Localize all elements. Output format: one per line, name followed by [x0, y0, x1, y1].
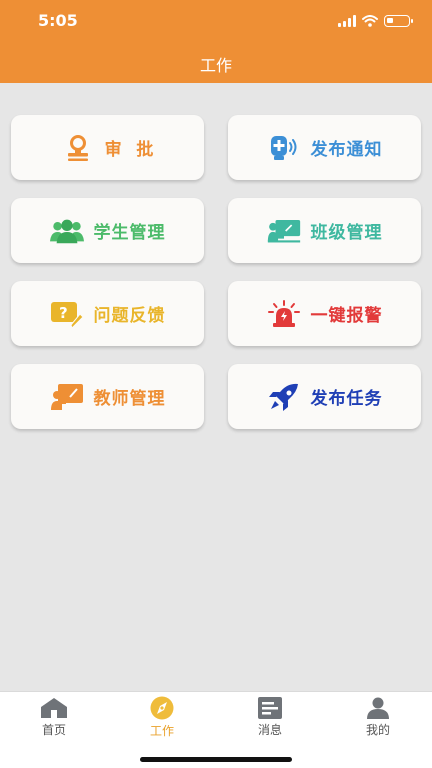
wifi-icon [362, 15, 378, 27]
tab-messages[interactable]: 消息 [240, 696, 300, 738]
signal-icon [338, 15, 356, 27]
alarm-siren-icon [267, 299, 301, 329]
approval-button[interactable]: 审 批 [11, 115, 204, 180]
svg-text:?: ? [59, 304, 68, 322]
tab-messages-label: 消息 [257, 723, 282, 737]
rocket-icon [267, 382, 301, 412]
class-management-button[interactable]: 班级管理 [228, 198, 421, 263]
tab-work-label: 工作 [149, 724, 174, 738]
user-icon [364, 696, 392, 719]
status-time: 5:05 [38, 11, 78, 30]
publish-notice-label: 发布通知 [310, 140, 383, 160]
approval-label: 审 批 [104, 140, 155, 160]
app-header: 5:05 工作 [0, 0, 432, 83]
question-feedback-icon: ? [50, 299, 84, 329]
teacher-management-button[interactable]: 教师管理 [11, 364, 204, 429]
battery-icon [384, 15, 413, 27]
tab-profile-label: 我的 [365, 723, 390, 737]
tab-home-label: 首页 [41, 723, 66, 737]
feedback-button[interactable]: ? 问题反馈 [11, 281, 204, 346]
one-key-alarm-label: 一键报警 [310, 306, 383, 326]
work-menu-grid: 审 批 发布通知 学生管理 班级管理 ? 问题反馈 一键报警 教师管理 发布任务 [11, 115, 421, 429]
tab-profile[interactable]: 我的 [348, 696, 408, 738]
student-management-label: 学生管理 [93, 223, 166, 243]
classroom-icon [267, 216, 301, 246]
message-list-icon [256, 696, 284, 719]
home-indicator [140, 757, 292, 762]
publish-notice-button[interactable]: 发布通知 [228, 115, 421, 180]
home-icon [40, 696, 68, 719]
feedback-label: 问题反馈 [93, 306, 166, 326]
approval-stamp-icon [61, 133, 95, 163]
status-icons [338, 14, 413, 28]
tab-work[interactable]: 工作 [132, 696, 192, 738]
students-group-icon [49, 216, 84, 246]
one-key-alarm-button[interactable]: 一键报警 [228, 281, 421, 346]
page-title: 工作 [199, 56, 232, 75]
publish-task-label: 发布任务 [310, 389, 383, 409]
student-management-button[interactable]: 学生管理 [11, 198, 204, 263]
teacher-board-icon [50, 382, 84, 412]
class-management-label: 班级管理 [310, 223, 383, 243]
publish-task-button[interactable]: 发布任务 [228, 364, 421, 429]
announcement-speaker-icon [267, 133, 301, 163]
compass-icon [148, 696, 176, 720]
teacher-management-label: 教师管理 [93, 389, 166, 409]
tab-home[interactable]: 首页 [24, 696, 84, 738]
